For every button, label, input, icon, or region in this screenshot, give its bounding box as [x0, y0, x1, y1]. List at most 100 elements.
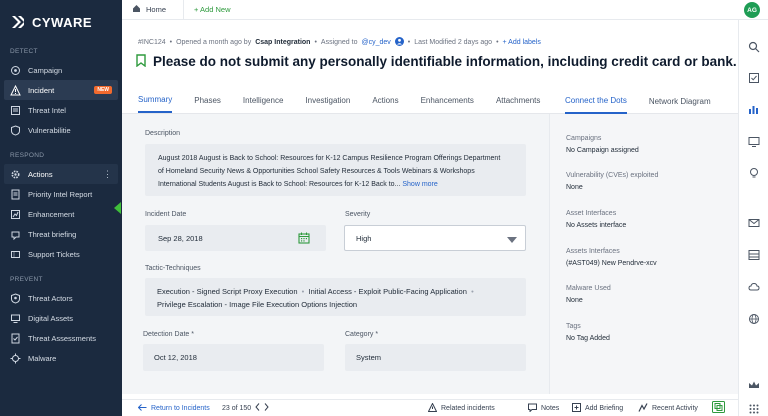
asset-interfaces-label: Asset Interfaces	[566, 210, 617, 217]
ticket-icon	[10, 249, 21, 260]
monitor-icon[interactable]	[747, 135, 761, 149]
incident-icon	[10, 84, 21, 96]
cloud-icon[interactable]	[747, 280, 761, 294]
brand-logo[interactable]: CYWARE	[0, 0, 122, 34]
tab-network-diagram[interactable]: Network Diagram	[649, 88, 711, 114]
tactic-item[interactable]: Privilege Escalation - Image File Execut…	[157, 300, 357, 309]
sidebar-item-digital-assets[interactable]: Digital Assets	[4, 308, 118, 328]
sidebar-item-threat-actors[interactable]: Threat Actors	[4, 288, 118, 308]
table-icon[interactable]	[747, 248, 761, 262]
assessment-icon	[10, 333, 21, 344]
bottom-bar: Return to Incidents 23 of 150 Related in…	[122, 399, 738, 416]
sidebar-collapse-handle[interactable]	[114, 202, 121, 214]
tab-enhancements[interactable]: Enhancements	[421, 87, 474, 113]
tab-investigation[interactable]: Investigation	[305, 87, 350, 113]
activity-icon	[638, 402, 648, 414]
tactic-techniques-list: Execution - Signed Script Proxy Executio…	[157, 285, 507, 311]
tab-phases[interactable]: Phases	[194, 87, 221, 113]
pager-text: 23 of 150	[222, 404, 252, 412]
home-tab[interactable]: Home	[122, 0, 184, 19]
chevron-right-icon[interactable]	[264, 403, 269, 413]
crown-icon[interactable]	[747, 378, 761, 392]
incident-tabs: Summary Phases Intelligence Investigatio…	[122, 88, 549, 114]
briefing-icon	[10, 229, 21, 240]
severity-label: Severity	[345, 211, 371, 218]
sidebar-item-label: Threat Intel	[28, 105, 66, 115]
sidebar-item-threat-intel[interactable]: Threat Intel	[4, 100, 118, 120]
description-label: Description	[145, 130, 181, 137]
copy-button[interactable]	[712, 401, 725, 415]
sidebar-item-label: Threat Actors	[28, 293, 73, 303]
bookmark-icon[interactable]	[136, 54, 146, 69]
tab-summary[interactable]: Summary	[138, 87, 173, 113]
tab-actions[interactable]: Actions	[372, 87, 398, 113]
separator-dot: •	[314, 39, 317, 46]
apps-grid-icon[interactable]	[747, 402, 761, 416]
sidebar-item-campaign[interactable]: Campaign	[4, 60, 118, 80]
tab-connect-the-dots[interactable]: Connect the Dots	[565, 88, 627, 114]
sidebar: CYWARE DETECT Campaign Incident NEW Thre…	[0, 0, 122, 416]
gear-icon	[10, 169, 21, 180]
brand-name: CYWARE	[32, 14, 93, 30]
malware-used-label: Malware Used	[566, 285, 611, 292]
mail-icon[interactable]	[747, 216, 761, 230]
sidebar-item-priority-intel-report[interactable]: Priority Intel Report	[4, 184, 118, 204]
add-labels-button[interactable]: + Add labels	[503, 39, 541, 46]
assets-interfaces-value[interactable]: (#AST049) New Pendrve-xcv	[566, 260, 657, 267]
opened-by[interactable]: Csap Integration	[255, 39, 310, 46]
sidebar-item-threat-briefing[interactable]: Threat briefing	[4, 224, 118, 244]
sidebar-item-actions[interactable]: Actions ⋮	[4, 164, 118, 184]
description-body: August 2018 August is Back to School: Re…	[158, 155, 501, 188]
home-icon	[132, 4, 141, 15]
tactic-item[interactable]: Execution - Signed Script Proxy Executio…	[157, 287, 298, 296]
actor-icon	[10, 292, 21, 304]
last-modified: Last Modified 2 days ago	[414, 39, 493, 46]
sidebar-item-label: Incident	[28, 85, 55, 95]
return-to-incidents-link[interactable]: Return to Incidents	[137, 403, 210, 413]
sidebar-item-threat-assessments[interactable]: Threat Assessments	[4, 328, 118, 348]
warning-icon	[427, 401, 438, 414]
tab-attachments[interactable]: Attachments	[496, 87, 540, 113]
sidebar-item-malware[interactable]: Malware	[4, 348, 118, 368]
section-label-prevent: PREVENT	[10, 276, 43, 283]
tab-intelligence[interactable]: Intelligence	[243, 87, 283, 113]
related-incidents-button[interactable]: Related incidents	[427, 401, 495, 414]
sidebar-item-support-tickets[interactable]: Support Tickets	[4, 244, 118, 264]
recent-activity-button[interactable]: Recent Activity	[638, 402, 698, 414]
sidebar-item-vulnerabilities[interactable]: Vulnerabilitie	[4, 120, 118, 140]
assets-interfaces-label: Assets Interfaces	[566, 248, 620, 255]
assigned-user[interactable]: @cy_dev	[362, 39, 391, 46]
incident-title: Please do not submit any personally iden…	[153, 54, 737, 69]
more-options-icon[interactable]: ⋮	[103, 169, 112, 180]
separator-dot: •	[169, 39, 173, 46]
checklist-icon[interactable]	[747, 71, 761, 85]
analytics-icon[interactable]	[747, 102, 761, 116]
add-new-button[interactable]: + Add New	[184, 5, 240, 14]
incident-id: #INC124	[138, 39, 166, 46]
notes-label: Notes	[541, 404, 560, 412]
tactic-item[interactable]: Initial Access - Exploit Public-Facing A…	[308, 287, 466, 296]
sidebar-item-enhancement[interactable]: Enhancement	[4, 204, 118, 224]
add-briefing-button[interactable]: Add Briefing	[572, 402, 623, 414]
globe-icon[interactable]	[747, 312, 761, 326]
campaigns-value: No Campaign assigned	[566, 147, 639, 154]
asset-icon	[10, 313, 21, 324]
add-box-icon	[572, 402, 581, 414]
sidebar-item-label: Threat Assessments	[28, 333, 96, 343]
pager: 23 of 150	[222, 403, 269, 413]
opened-text: Opened a month ago by	[176, 39, 252, 46]
sidebar-item-incident[interactable]: Incident NEW	[4, 80, 118, 100]
search-icon[interactable]	[747, 40, 761, 54]
tags-value: No Tag Added	[566, 335, 610, 342]
asset-interfaces-value: No Assets interface	[566, 222, 627, 229]
sidebar-item-label: Malware	[28, 353, 57, 363]
chevron-left-icon[interactable]	[255, 403, 260, 413]
calendar-icon[interactable]	[298, 232, 310, 246]
vulnerability-value: None	[566, 184, 583, 191]
show-more-link[interactable]: Show more	[402, 181, 437, 188]
copy-icon	[712, 401, 725, 415]
notes-button[interactable]: Notes	[528, 403, 559, 414]
lightbulb-icon[interactable]	[747, 166, 761, 180]
avatar[interactable]: AG	[744, 2, 760, 18]
user-icon[interactable]	[394, 37, 404, 48]
